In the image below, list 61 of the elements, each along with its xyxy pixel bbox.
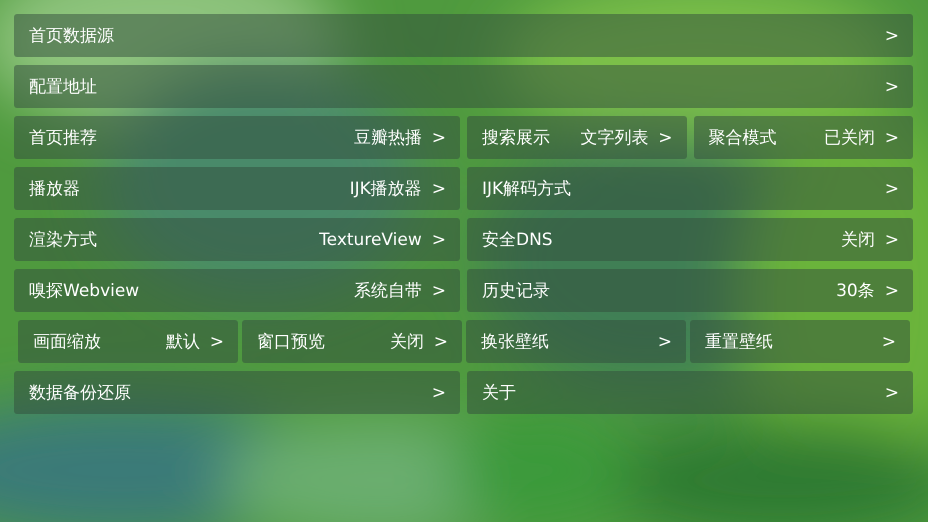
setting-label: 渲染方式	[29, 229, 98, 251]
setting-label: 数据备份还原	[29, 382, 132, 404]
setting-tile[interactable]: 嗅探Webview 系统自带 >	[14, 269, 460, 312]
arrow-glyph: >	[884, 26, 899, 46]
setting-label: 历史记录	[482, 280, 551, 302]
setting-label: 换张壁纸	[481, 331, 550, 353]
arrow-glyph: >	[882, 332, 896, 352]
arrow-glyph: >	[434, 332, 448, 352]
setting-label: 搜索展示	[482, 127, 551, 149]
setting-tile[interactable]: 聚合模式 已关闭 >	[694, 116, 913, 159]
setting-tile[interactable]: 渲染方式 TextureView >	[14, 218, 460, 261]
setting-label: 配置地址	[29, 76, 98, 98]
setting-value: IJK播放器	[350, 178, 422, 200]
setting-tile[interactable]: 播放器 IJK播放器 >	[14, 167, 460, 210]
setting-value: TextureView	[319, 230, 422, 250]
setting-value: 关闭	[390, 331, 424, 353]
setting-tile[interactable]: 窗口预览 关闭 >	[242, 320, 462, 363]
arrow-glyph: >	[884, 76, 899, 96]
setting-label: 聚合模式	[708, 127, 778, 149]
setting-value: 默认	[166, 331, 200, 353]
arrow-glyph: >	[884, 178, 899, 198]
setting-label: 首页推荐	[29, 127, 98, 149]
setting-label: 画面缩放	[33, 331, 102, 353]
setting-value: 关闭	[840, 229, 875, 251]
setting-label: 窗口预览	[257, 331, 326, 353]
arrow-glyph: >	[432, 280, 446, 300]
setting-tile[interactable]: 配置地址 >	[14, 65, 913, 108]
arrow-glyph: >	[658, 332, 672, 352]
setting-value: 30条	[836, 280, 875, 302]
arrow-glyph: >	[210, 332, 224, 352]
setting-tile[interactable]: 首页数据源 >	[14, 14, 913, 57]
setting-label: 首页数据源	[29, 25, 115, 47]
setting-tile[interactable]: 历史记录 30条 >	[467, 269, 913, 312]
setting-tile[interactable]: 关于 >	[467, 371, 913, 414]
arrow-glyph: >	[432, 230, 446, 250]
arrow-glyph: >	[658, 128, 672, 148]
setting-label: 安全DNS	[482, 229, 554, 251]
setting-tile[interactable]: 画面缩放 默认 >	[18, 320, 238, 363]
arrow-glyph: >	[432, 178, 446, 198]
arrow-glyph: >	[884, 230, 899, 250]
arrow-glyph: >	[432, 382, 446, 402]
setting-value: 已关闭	[824, 127, 875, 149]
setting-label: 播放器	[29, 178, 81, 200]
setting-label: 重置壁纸	[705, 331, 774, 353]
setting-tile[interactable]: 数据备份还原 >	[14, 371, 460, 414]
setting-value: 文字列表	[580, 127, 648, 149]
setting-tile[interactable]: 安全DNS 关闭 >	[467, 218, 913, 261]
setting-label: IJK解码方式	[482, 178, 572, 200]
arrow-glyph: >	[884, 382, 899, 402]
setting-tile[interactable]: 首页推荐 豆瓣热播 >	[14, 116, 460, 159]
setting-label: 关于	[482, 382, 517, 404]
arrow-glyph: >	[884, 280, 899, 300]
setting-tile[interactable]: IJK解码方式 >	[467, 167, 913, 210]
setting-value: 系统自带	[354, 280, 422, 302]
arrow-glyph: >	[432, 128, 446, 148]
setting-label: 嗅探Webview	[29, 280, 140, 302]
setting-tile[interactable]: 搜索展示 文字列表 >	[467, 116, 686, 159]
arrow-glyph: >	[884, 128, 899, 148]
setting-value: 豆瓣热播	[354, 127, 422, 149]
setting-tile[interactable]: 重置壁纸 >	[690, 320, 910, 363]
setting-tile[interactable]: 换张壁纸 >	[466, 320, 686, 363]
